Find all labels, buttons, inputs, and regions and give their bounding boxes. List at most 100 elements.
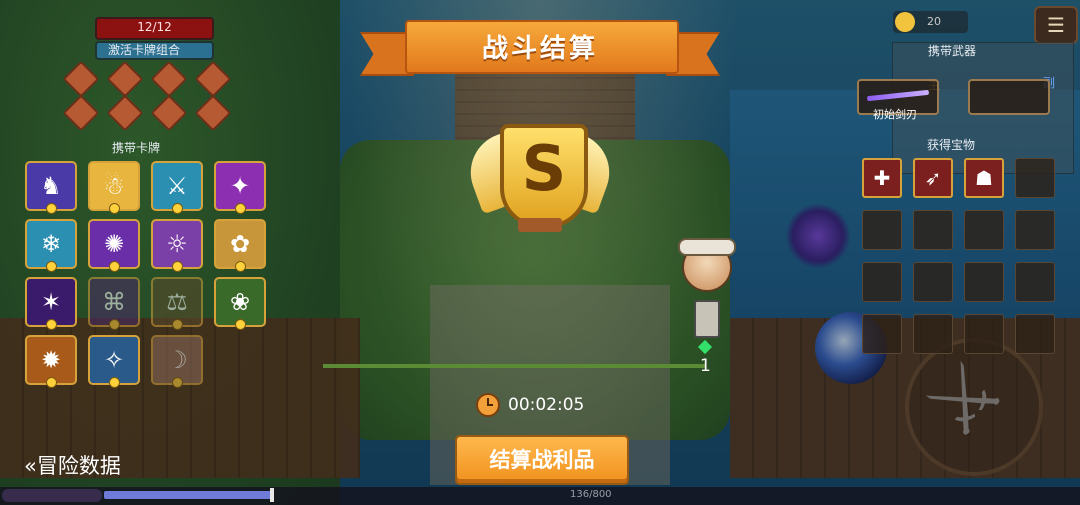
treasure-slot-empty[interactable] bbox=[862, 210, 902, 250]
treasure-icon: ☗ bbox=[975, 166, 993, 190]
card-combo-slots bbox=[62, 60, 248, 134]
combo-title: 激活卡牌组合 bbox=[108, 43, 181, 57]
treasure-slot-empty[interactable] bbox=[1015, 210, 1055, 250]
combo-slot[interactable] bbox=[106, 94, 144, 132]
pawn-marker bbox=[694, 300, 720, 338]
card-art-icon: ✶ bbox=[40, 288, 62, 316]
carried-card[interactable]: ❄ bbox=[25, 219, 77, 272]
treasure-slot-empty[interactable] bbox=[862, 314, 902, 354]
rank-letter: S bbox=[521, 132, 567, 205]
sword-icon bbox=[866, 89, 930, 102]
card-gem-icon bbox=[235, 319, 246, 330]
carried-card[interactable]: ✶ bbox=[25, 277, 77, 330]
carried-card[interactable]: ✺ bbox=[88, 219, 140, 272]
card-gem-icon bbox=[46, 377, 57, 388]
menu-button[interactable]: ☰ bbox=[1034, 6, 1078, 44]
card-gem-icon bbox=[109, 377, 120, 388]
carried-card[interactable]: ☽ bbox=[151, 335, 203, 388]
card-gem-icon bbox=[46, 261, 57, 272]
card-gem-icon bbox=[109, 319, 120, 330]
carried-card[interactable]: ✿ bbox=[214, 219, 266, 272]
xp-fill bbox=[104, 491, 272, 499]
card-art-icon: ❀ bbox=[229, 288, 251, 316]
treasure-slot-empty[interactable] bbox=[964, 314, 1004, 354]
treasure-slot-empty[interactable] bbox=[913, 210, 953, 250]
card-art-icon: ❄ bbox=[40, 230, 62, 258]
timer-text: 00:02:05 bbox=[508, 395, 585, 415]
card-art-icon: ✺ bbox=[103, 230, 125, 258]
combo-slot[interactable] bbox=[194, 60, 232, 98]
adventure-data-link[interactable]: «冒险数据 bbox=[24, 450, 121, 480]
battle-timer: 00:02:05 bbox=[476, 392, 584, 418]
level-chip bbox=[2, 489, 102, 502]
card-art-icon: ☽ bbox=[166, 346, 188, 374]
card-art-icon: ✹ bbox=[40, 346, 62, 374]
badge-base bbox=[518, 218, 562, 232]
carried-card[interactable]: ⌘ bbox=[88, 277, 140, 330]
rank-badge: S bbox=[459, 118, 621, 238]
step-count: 1 bbox=[700, 356, 711, 376]
weapons-title: 携带武器 bbox=[928, 44, 977, 58]
treasure-slot-empty[interactable] bbox=[1015, 314, 1055, 354]
card-gem-icon bbox=[172, 261, 183, 272]
settle-loot-button[interactable]: 结算战利品 bbox=[455, 435, 629, 485]
card-art-icon: ⌘ bbox=[102, 288, 126, 316]
card-art-icon: ⚖ bbox=[166, 288, 188, 316]
treasure-slot-filled[interactable]: ☗ bbox=[964, 158, 1004, 198]
treasure-slot-empty[interactable] bbox=[913, 314, 953, 354]
carried-card[interactable]: ✧ bbox=[88, 335, 140, 388]
combo-slot[interactable] bbox=[62, 60, 100, 98]
coin-icon bbox=[895, 12, 915, 32]
card-gem-icon bbox=[46, 203, 57, 214]
carried-card[interactable]: ❀ bbox=[214, 277, 266, 330]
card-gem-icon bbox=[172, 203, 183, 214]
player-hat bbox=[678, 238, 736, 256]
card-gem-icon bbox=[172, 377, 183, 388]
combo-slot[interactable] bbox=[150, 94, 188, 132]
main-weapon-name: 初始剑刃 bbox=[873, 108, 917, 121]
treasure-icon: ➶ bbox=[924, 166, 942, 190]
carried-card[interactable]: ☃ bbox=[88, 161, 140, 214]
treasure-slot-empty[interactable] bbox=[964, 262, 1004, 302]
treasure-slot-empty[interactable] bbox=[1015, 262, 1055, 302]
treasure-slot-filled[interactable]: ➶ bbox=[913, 158, 953, 198]
card-art-icon: ☼ bbox=[166, 230, 188, 258]
card-gem-icon bbox=[109, 261, 120, 272]
combo-slot[interactable] bbox=[194, 94, 232, 132]
carried-cards-title: 携带卡牌 bbox=[112, 141, 161, 155]
combo-slot[interactable] bbox=[62, 94, 100, 132]
card-gem-icon bbox=[235, 261, 246, 272]
carried-cards-grid: ♞ ☃ ⚔ ✦ ❄ ✺ ☼ ✿ ✶ ⌘ ⚖ ❀ ✹ ✧ ☽ bbox=[25, 161, 270, 388]
carried-card[interactable]: ☼ bbox=[151, 219, 203, 272]
treasure-slot-empty[interactable] bbox=[964, 210, 1004, 250]
card-art-icon: ⚔ bbox=[166, 172, 188, 200]
card-art-icon: ✧ bbox=[103, 346, 125, 374]
clock-icon bbox=[476, 393, 500, 417]
carried-card[interactable]: ⚖ bbox=[151, 277, 203, 330]
card-gem-icon bbox=[109, 203, 120, 214]
treasure-slot-empty[interactable] bbox=[862, 262, 902, 302]
result-banner: 战斗结算 bbox=[360, 14, 720, 80]
treasure-slot-filled[interactable]: ✚ bbox=[862, 158, 902, 198]
carried-card[interactable]: ♞ bbox=[25, 161, 77, 214]
xp-bar: 136/800 bbox=[0, 487, 1080, 505]
treasure-slot-empty[interactable] bbox=[1015, 158, 1055, 198]
carried-card[interactable]: ⚔ bbox=[151, 161, 203, 214]
sub-weapon-slot[interactable] bbox=[968, 79, 1050, 115]
treasure-grid: ✚ ➶ ☗ bbox=[862, 158, 1055, 354]
card-art-icon: ✦ bbox=[229, 172, 251, 200]
xp-marker bbox=[270, 488, 274, 502]
card-art-icon: ✿ bbox=[229, 230, 251, 258]
card-art-icon: ☃ bbox=[103, 172, 125, 200]
treasure-slot-empty[interactable] bbox=[913, 262, 953, 302]
xp-text: 136/800 bbox=[570, 489, 612, 500]
combo-slot[interactable] bbox=[106, 60, 144, 98]
coin-counter: 20 bbox=[893, 11, 968, 33]
card-art-icon: ♞ bbox=[40, 172, 62, 200]
combo-slot[interactable] bbox=[150, 60, 188, 98]
carried-card[interactable]: ✹ bbox=[25, 335, 77, 388]
card-gem-icon bbox=[235, 203, 246, 214]
result-title: 战斗结算 bbox=[481, 34, 598, 64]
carried-card[interactable]: ✦ bbox=[214, 161, 266, 214]
stage-progress-line bbox=[323, 364, 705, 368]
